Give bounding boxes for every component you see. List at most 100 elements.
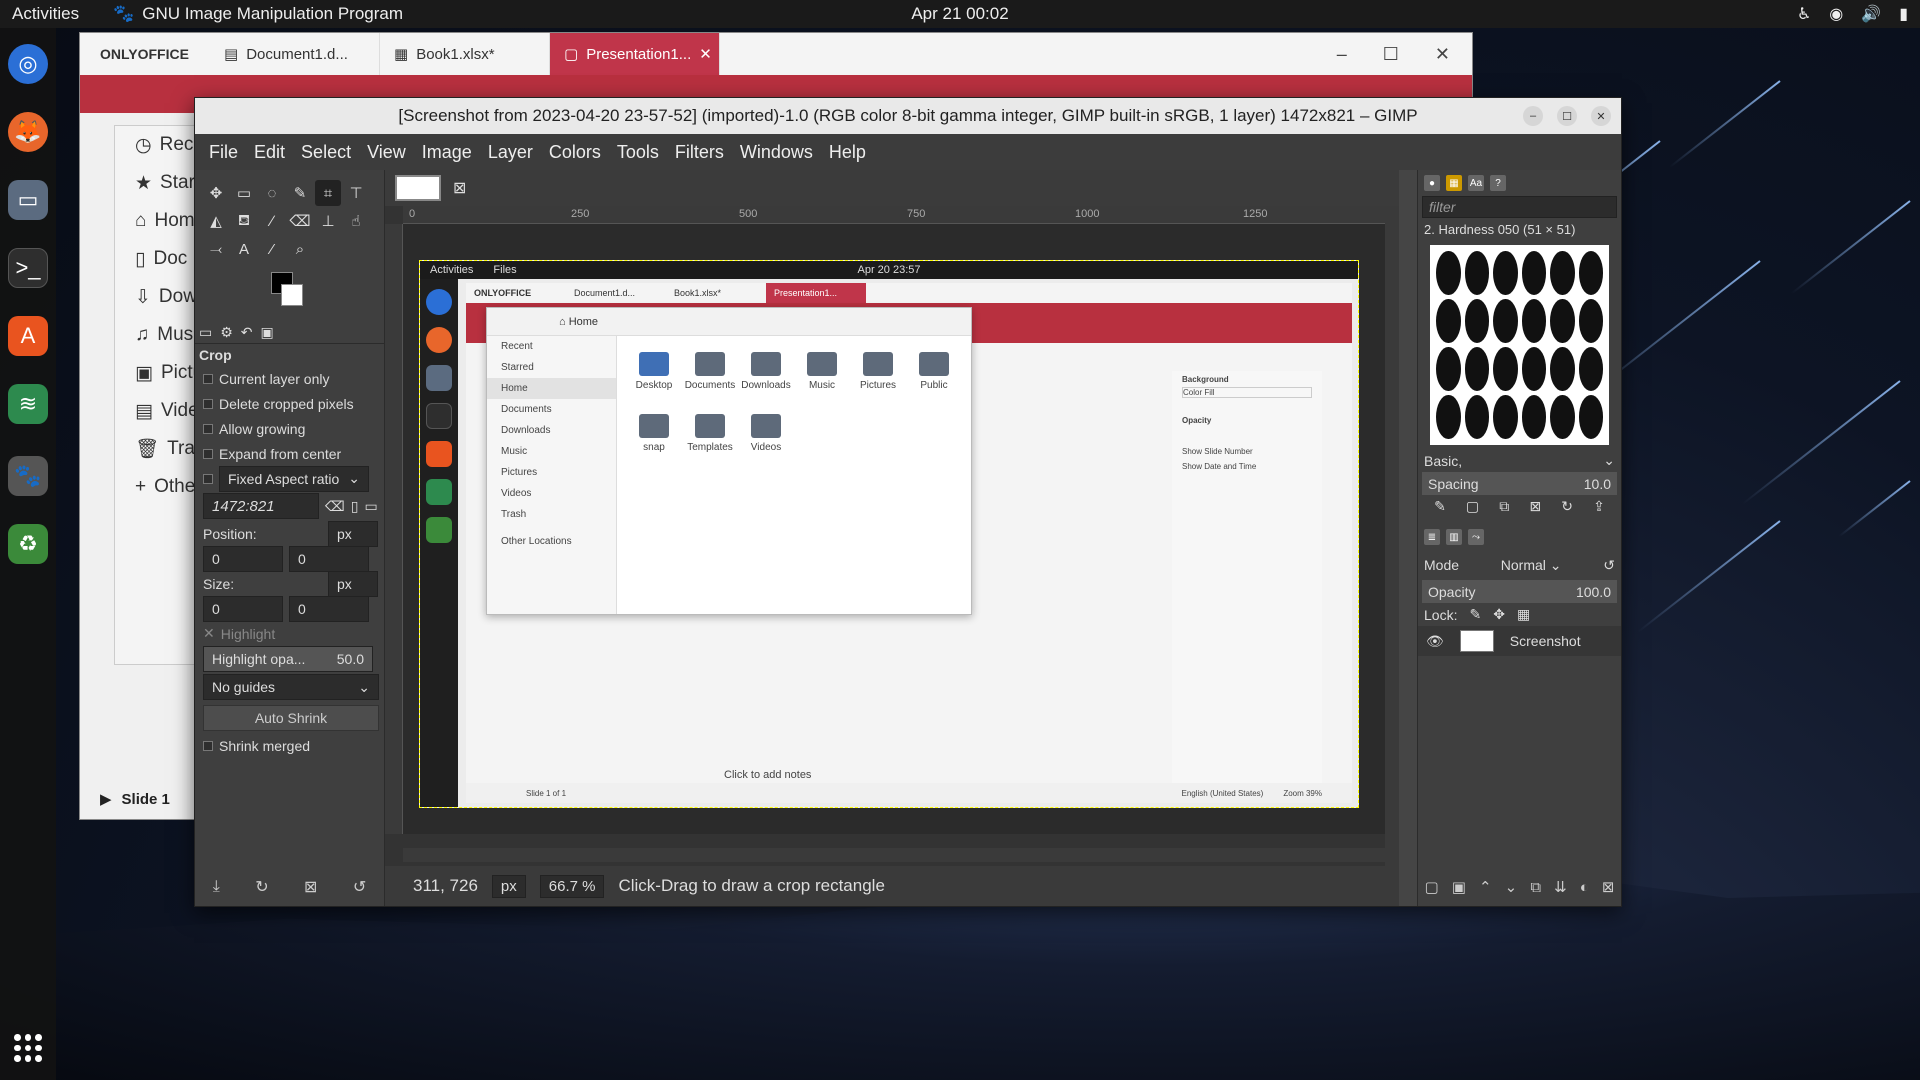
help-icon[interactable]: ? bbox=[1490, 175, 1506, 191]
layers-tab-icon[interactable]: ≣ bbox=[1424, 529, 1440, 545]
spacing-slider[interactable]: Spacing 10.0 bbox=[1422, 472, 1617, 495]
minimize-icon[interactable]: – bbox=[1337, 44, 1347, 65]
menu-edit[interactable]: Edit bbox=[246, 142, 293, 163]
landscape-icon[interactable]: ▭ bbox=[365, 498, 378, 515]
layer-row[interactable]: 👁 Screenshot bbox=[1418, 626, 1621, 656]
lasso-icon[interactable]: ◌ bbox=[259, 180, 285, 206]
background-color[interactable] bbox=[281, 284, 303, 306]
mode-select[interactable]: Normal ⌄ bbox=[1501, 557, 1562, 574]
maximize-icon[interactable]: ☐ bbox=[1383, 44, 1399, 65]
close-icon[interactable]: ✕ bbox=[699, 45, 712, 63]
checkbox[interactable] bbox=[203, 448, 213, 459]
undo-history-icon[interactable]: ↶ bbox=[241, 324, 253, 341]
delete-icon[interactable]: ⊠ bbox=[1602, 878, 1615, 896]
edit-brush-icon[interactable]: ✎ bbox=[1434, 498, 1446, 515]
channels-tab-icon[interactable]: ▥ bbox=[1446, 529, 1462, 545]
refresh-icon[interactable]: ↻ bbox=[1561, 498, 1573, 515]
duplicate-icon[interactable]: ⧉ bbox=[1530, 879, 1541, 896]
tool-options-icon[interactable]: ▭ bbox=[199, 324, 212, 341]
menu-windows[interactable]: Windows bbox=[732, 142, 821, 163]
open-icon[interactable]: ⇪ bbox=[1593, 498, 1605, 515]
menu-layer[interactable]: Layer bbox=[480, 142, 541, 163]
checkbox[interactable] bbox=[203, 740, 213, 751]
position-x-input[interactable]: 0 bbox=[203, 545, 283, 572]
restore-icon[interactable]: ↻ bbox=[255, 877, 268, 897]
tab-document[interactable]: ▤ Document1.d... bbox=[210, 33, 380, 75]
menu-colors[interactable]: Colors bbox=[541, 142, 609, 163]
crop-tool-icon[interactable]: ⌗ bbox=[315, 180, 341, 206]
system-tray[interactable]: ♿ ◉ 🔊 ▮ bbox=[1797, 4, 1908, 24]
guides-select[interactable]: No guides ⌄ bbox=[203, 674, 379, 700]
save-preset-icon[interactable]: ⤓ bbox=[213, 878, 220, 896]
app-center-icon[interactable]: A bbox=[8, 316, 48, 356]
mask-icon[interactable]: ◐ bbox=[1580, 879, 1589, 896]
play-icon[interactable]: ▶ bbox=[100, 790, 112, 808]
app-menu[interactable]: 🐾 GNU Image Manipulation Program bbox=[113, 4, 403, 24]
raise-icon[interactable]: ⌃ bbox=[1479, 878, 1492, 896]
trash-icon[interactable]: ♻ bbox=[8, 524, 48, 564]
horizontal-scrollbar[interactable] bbox=[403, 848, 1385, 862]
patterns-tab-icon[interactable]: ▦ bbox=[1446, 175, 1462, 191]
vertical-scrollbar[interactable] bbox=[1385, 206, 1399, 866]
rect-select-icon[interactable]: ▭ bbox=[231, 180, 257, 206]
new-layer-icon[interactable]: ▢ bbox=[1425, 878, 1439, 896]
smudge-icon[interactable]: ☝ bbox=[343, 208, 369, 234]
device-status-icon[interactable]: ⚙ bbox=[220, 324, 233, 341]
gimp-titlebar[interactable]: [Screenshot from 2023-04-20 23-57-52] (i… bbox=[195, 98, 1621, 134]
checkbox[interactable] bbox=[203, 373, 213, 384]
clock[interactable]: Apr 21 00:02 bbox=[911, 4, 1008, 24]
paths-icon[interactable]: ⤙ bbox=[203, 236, 229, 262]
move-tool-icon[interactable]: ✥ bbox=[203, 180, 229, 206]
reset-icon[interactable]: ↺ bbox=[353, 877, 366, 897]
menu-image[interactable]: Image bbox=[414, 142, 480, 163]
transform-icon[interactable]: ⊤ bbox=[343, 180, 369, 206]
auto-shrink-button[interactable]: Auto Shrink bbox=[203, 705, 379, 731]
tab-spreadsheet[interactable]: ▦ Book1.xlsx* bbox=[380, 33, 550, 75]
lock-alpha-icon[interactable]: ▦ bbox=[1517, 606, 1530, 623]
clone-icon[interactable]: ⊥ bbox=[315, 208, 341, 234]
menu-select[interactable]: Select bbox=[293, 142, 359, 163]
volume-icon[interactable]: 🔊 bbox=[1861, 4, 1881, 24]
gimp-dock-icon[interactable]: 🐾 bbox=[8, 456, 48, 496]
menu-file[interactable]: File bbox=[201, 142, 246, 163]
paths-tab-icon[interactable]: ⤳ bbox=[1468, 529, 1484, 545]
position-y-input[interactable]: 0 bbox=[289, 545, 369, 572]
unit-select[interactable]: px bbox=[491, 874, 526, 898]
zoom-icon[interactable]: ⌕ bbox=[287, 236, 313, 262]
close-icon[interactable]: ⊠ bbox=[453, 178, 466, 198]
menu-filters[interactable]: Filters bbox=[667, 142, 732, 163]
warp-icon[interactable]: ◭ bbox=[203, 208, 229, 234]
menu-help[interactable]: Help bbox=[821, 142, 874, 163]
position-unit[interactable]: px bbox=[328, 520, 378, 547]
minimize-icon[interactable]: – bbox=[1523, 106, 1543, 126]
duplicate-icon[interactable]: ⧉ bbox=[1499, 498, 1509, 515]
paintbrush-icon[interactable]: ∕ bbox=[259, 208, 285, 234]
new-brush-icon[interactable]: ▢ bbox=[1466, 498, 1479, 515]
menu-tools[interactable]: Tools bbox=[609, 142, 667, 163]
size-unit[interactable]: px bbox=[328, 570, 378, 597]
fixed-select[interactable]: Fixed Aspect ratio ⌄ bbox=[219, 465, 369, 492]
portrait-icon[interactable]: ▯ bbox=[351, 498, 359, 515]
wifi-icon[interactable]: ◉ bbox=[1829, 4, 1843, 24]
battery-icon[interactable]: ▮ bbox=[1899, 4, 1908, 24]
brush-preset-row[interactable]: Basic, ⌄ bbox=[1418, 449, 1621, 472]
brush-filter-input[interactable]: filter bbox=[1422, 196, 1617, 218]
images-icon[interactable]: ▣ bbox=[261, 324, 274, 341]
size-x-input[interactable]: 0 bbox=[203, 595, 283, 622]
lock-pixels-icon[interactable]: ✎ bbox=[1469, 606, 1481, 623]
files-icon[interactable]: ▭ bbox=[8, 180, 48, 220]
clear-icon[interactable]: ⌫ bbox=[325, 498, 345, 515]
zoom-select[interactable]: 66.7 % bbox=[539, 874, 605, 898]
show-apps-icon[interactable] bbox=[14, 1034, 42, 1062]
eraser-icon[interactable]: ⌫ bbox=[287, 208, 313, 234]
screenshot-image[interactable]: Activities Files Apr 20 23:57 ONLYOFFICE bbox=[419, 260, 1359, 808]
chromium-icon[interactable]: ◎ bbox=[8, 44, 48, 84]
option-allow-growing[interactable]: Allow growing bbox=[195, 416, 384, 441]
maximize-icon[interactable]: ☐ bbox=[1557, 106, 1577, 126]
option-shrink-merged[interactable]: Shrink merged bbox=[195, 733, 384, 758]
image-canvas[interactable]: Activities Files Apr 20 23:57 ONLYOFFICE bbox=[403, 224, 1385, 834]
option-delete-cropped[interactable]: Delete cropped pixels bbox=[195, 391, 384, 416]
opacity-slider[interactable]: Opacity 100.0 bbox=[1422, 580, 1617, 603]
brush-grid[interactable] bbox=[1430, 245, 1609, 445]
lower-icon[interactable]: ⌄ bbox=[1505, 878, 1518, 896]
